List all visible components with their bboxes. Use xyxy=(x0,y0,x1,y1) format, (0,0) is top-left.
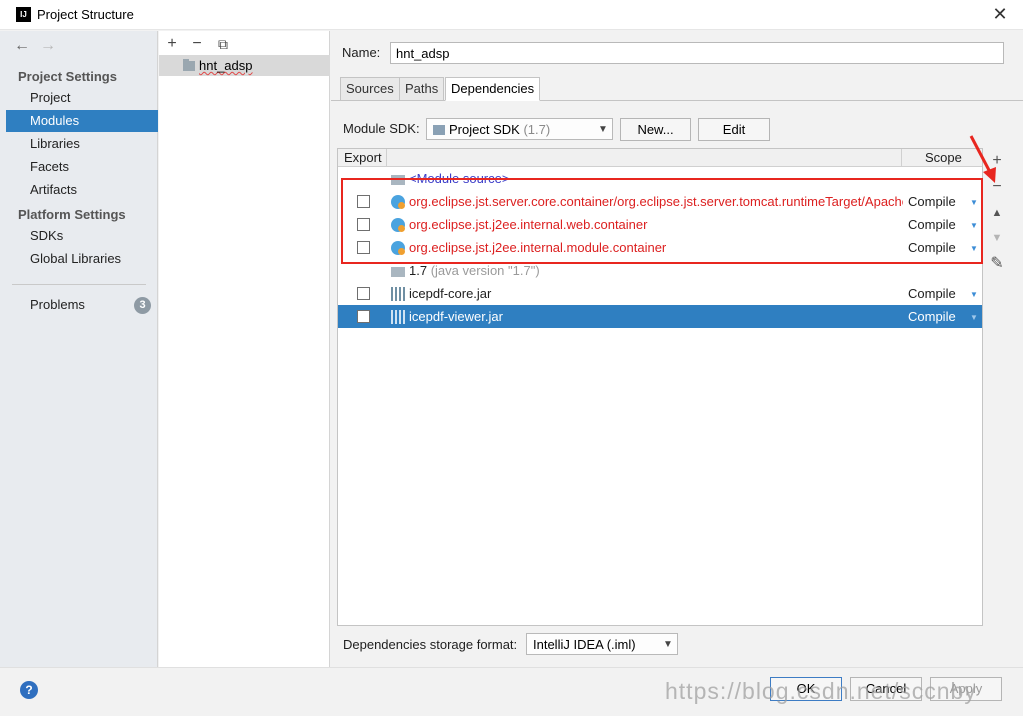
table-row-selected[interactable]: icepdf-viewer.jar Compile ▼ xyxy=(338,305,982,328)
scope-dropdown-icon[interactable]: ▼ xyxy=(970,313,978,322)
column-separator xyxy=(386,149,387,167)
sidebar-item-sdks[interactable]: SDKs xyxy=(6,225,158,247)
title-bar: IJ Project Structure ✕ xyxy=(0,0,1023,30)
forward-arrow-icon[interactable]: → xyxy=(38,37,58,55)
chevron-down-icon: ▼ xyxy=(598,124,608,135)
module-list-item[interactable]: hnt_adsp xyxy=(159,55,330,76)
sdk-folder-icon xyxy=(391,267,405,277)
sidebar-item-libraries[interactable]: Libraries xyxy=(6,133,158,155)
scope-dropdown-icon[interactable]: ▼ xyxy=(970,290,978,299)
sidebar-item-global-libraries[interactable]: Global Libraries xyxy=(6,248,158,270)
sidebar-divider xyxy=(12,284,146,285)
close-icon[interactable]: ✕ xyxy=(987,2,1013,28)
move-up-icon[interactable]: ▲ xyxy=(987,203,1007,223)
dialog-footer: ? OK Cancel Apply https://blog.csdn.net/… xyxy=(0,667,1023,716)
sidebar-item-facets[interactable]: Facets xyxy=(6,156,158,178)
sidebar-item-modules[interactable]: Modules xyxy=(6,110,158,132)
module-sdk-label: Module SDK: xyxy=(343,121,420,136)
add-module-icon[interactable]: + xyxy=(162,34,182,54)
copy-module-icon[interactable]: ⧉ xyxy=(213,34,233,54)
sdk-version: (1.7) xyxy=(523,122,551,137)
edit-dependency-icon[interactable]: ✎ xyxy=(987,254,1007,274)
project-structure-dialog: IJ Project Structure ✕ ← → Project Setti… xyxy=(0,0,1023,716)
storage-format-value: IntelliJ IDEA (.iml) xyxy=(533,637,636,652)
sdk-java-version: (java version "1.7") xyxy=(430,263,540,278)
module-detail-panel: Name: Sources Paths Dependencies Module … xyxy=(331,31,1023,667)
window-title: Project Structure xyxy=(37,7,134,22)
modules-list-panel: + − ⧉ hnt_adsp xyxy=(159,31,330,667)
jar-icon xyxy=(391,310,405,324)
back-arrow-icon[interactable]: ← xyxy=(12,37,32,55)
storage-format-select[interactable]: IntelliJ IDEA (.iml) ▼ xyxy=(526,633,678,655)
export-column-header[interactable]: Export xyxy=(344,150,382,165)
sdk-selected-value: Project SDK (1.7) xyxy=(449,122,550,137)
tab-paths[interactable]: Paths xyxy=(399,77,445,101)
move-down-icon[interactable]: ▼ xyxy=(987,228,1007,248)
export-checkbox[interactable] xyxy=(357,310,370,323)
export-checkbox[interactable] xyxy=(357,287,370,300)
chevron-down-icon: ▼ xyxy=(663,639,673,650)
name-label: Name: xyxy=(342,45,381,60)
module-name-label: hnt_adsp xyxy=(199,58,253,73)
column-separator xyxy=(901,149,902,167)
storage-format-label: Dependencies storage format: xyxy=(343,637,518,652)
project-settings-header: Project Settings xyxy=(18,69,117,84)
annotation-arrow-icon xyxy=(969,135,996,183)
remove-module-icon[interactable]: − xyxy=(187,34,207,54)
table-row[interactable]: icepdf-core.jar Compile ▼ xyxy=(338,282,982,305)
dependency-name: 1.7 (java version "1.7") xyxy=(409,263,903,278)
edit-sdk-button[interactable]: Edit xyxy=(698,118,770,141)
sdk-name: Project SDK xyxy=(449,122,520,137)
problems-count-badge: 3 xyxy=(134,297,151,314)
sdk-version-label: 1.7 xyxy=(409,263,428,278)
module-sdk-select[interactable]: Project SDK (1.7) ▼ xyxy=(426,118,613,140)
dependency-scope[interactable]: Compile xyxy=(908,286,956,301)
sdk-folder-icon xyxy=(433,125,445,135)
intellij-app-icon: IJ xyxy=(16,7,31,22)
watermark-text: https://blog.csdn.net/sccnby xyxy=(665,678,977,704)
sidebar-item-artifacts[interactable]: Artifacts xyxy=(6,179,158,201)
module-name-field[interactable] xyxy=(390,42,1004,64)
settings-sidebar: ← → Project Settings Project Modules Lib… xyxy=(0,31,158,667)
dependency-name: icepdf-viewer.jar xyxy=(409,309,503,324)
sidebar-item-project[interactable]: Project xyxy=(6,87,158,109)
dependency-scope[interactable]: Compile xyxy=(908,309,956,324)
module-folder-icon xyxy=(183,59,195,71)
tab-sources[interactable]: Sources xyxy=(340,77,400,101)
jar-icon xyxy=(391,287,405,301)
table-header: Export Scope xyxy=(338,149,982,167)
platform-settings-header: Platform Settings xyxy=(18,207,126,222)
help-icon[interactable]: ? xyxy=(20,681,38,699)
tab-dependencies[interactable]: Dependencies xyxy=(445,77,541,101)
dependency-name: icepdf-core.jar xyxy=(409,286,492,301)
new-sdk-button[interactable]: New... xyxy=(620,118,691,141)
annotation-highlight-box xyxy=(341,178,983,264)
